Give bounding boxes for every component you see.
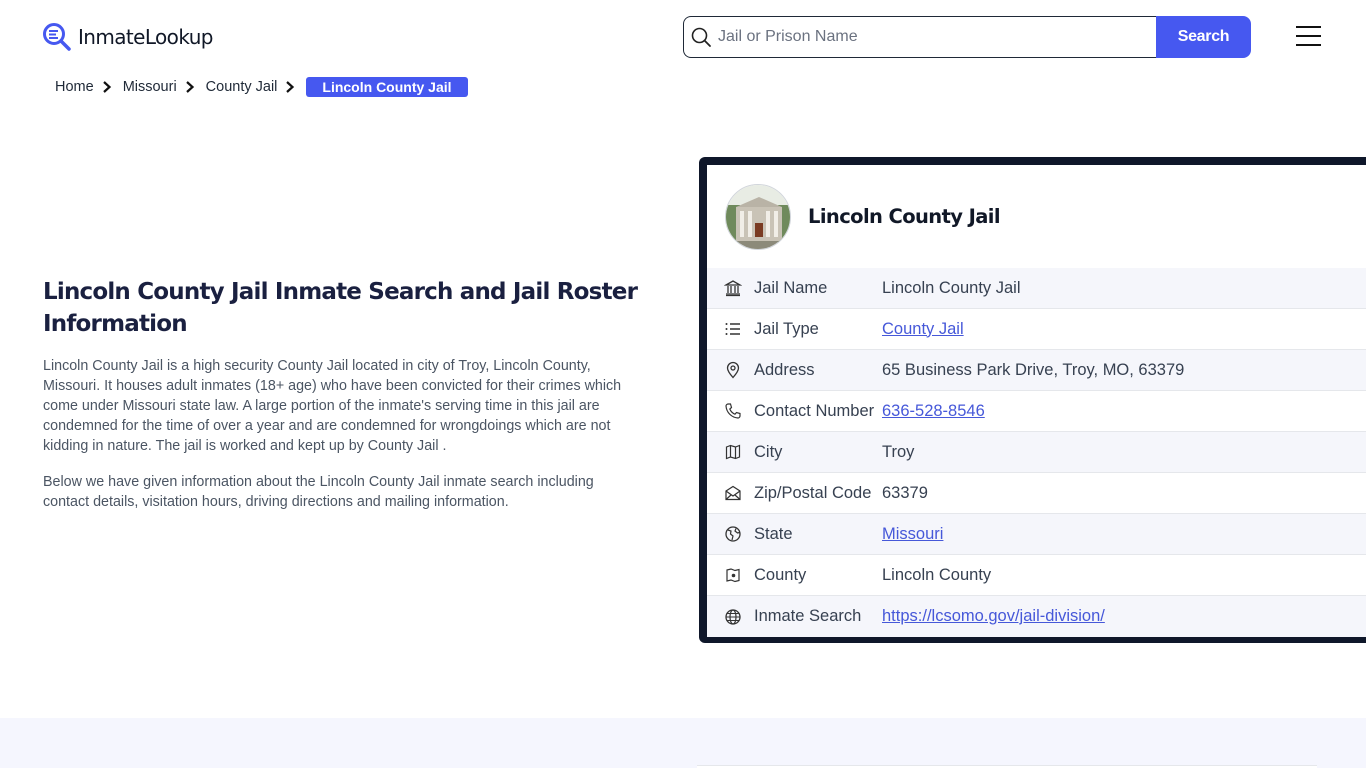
row-value: 65 Business Park Drive, Troy, MO, 63379 bbox=[882, 360, 1185, 379]
info-row-jail-name: Jail Name Lincoln County Jail bbox=[707, 268, 1366, 309]
site-logo[interactable]: InmateLookup bbox=[42, 22, 213, 52]
breadcrumb-current: Lincoln County Jail bbox=[306, 76, 468, 97]
row-value: Lincoln County Jail bbox=[882, 278, 1021, 297]
row-label: Address bbox=[754, 360, 815, 379]
hamburger-icon bbox=[1296, 26, 1324, 46]
row-label: Contact Number bbox=[754, 401, 875, 420]
site-header: InmateLookup Search bbox=[0, 0, 1366, 75]
info-row-contact: Contact Number 636-528-8546 bbox=[707, 391, 1366, 432]
intro-paragraph: Lincoln County Jail is a high security C… bbox=[43, 358, 622, 454]
breadcrumb-county-jail[interactable]: County Jail bbox=[206, 79, 278, 95]
list-icon bbox=[725, 323, 740, 335]
search-button[interactable]: Search bbox=[1156, 16, 1251, 58]
magnifier-logo-icon bbox=[43, 23, 71, 51]
breadcrumb-home[interactable]: Home bbox=[55, 79, 94, 95]
contact-number-link[interactable]: 636-528-8546 bbox=[882, 402, 985, 421]
row-label: State bbox=[754, 524, 793, 543]
jail-photo bbox=[725, 183, 791, 250]
logo-text: InmateLookup bbox=[78, 25, 213, 49]
state-link[interactable]: Missouri bbox=[882, 525, 943, 544]
next-section-band bbox=[0, 718, 1366, 768]
map-pin-icon bbox=[726, 361, 740, 379]
intro-section: Lincoln County Jail Inmate Search and Ja… bbox=[43, 276, 643, 512]
jail-type-link[interactable]: County Jail bbox=[882, 320, 964, 339]
phone-icon bbox=[725, 403, 741, 419]
breadcrumb-missouri[interactable]: Missouri bbox=[123, 79, 177, 95]
county-map-icon bbox=[726, 568, 740, 583]
page-title: Lincoln County Jail Inmate Search and Ja… bbox=[43, 279, 638, 337]
jail-info-card: Lincoln County Jail Jail Name Lincoln Co… bbox=[699, 157, 1366, 643]
intro-paragraph: Below we have given information about th… bbox=[43, 474, 594, 510]
row-label: Inmate Search bbox=[754, 607, 862, 625]
info-row-city: City Troy bbox=[707, 432, 1366, 473]
info-row-zip: Zip/Postal Code 63379 bbox=[707, 473, 1366, 514]
search-icon bbox=[691, 27, 711, 47]
courthouse-image bbox=[726, 184, 790, 249]
mail-open-icon bbox=[725, 485, 741, 501]
info-table: Jail Name Lincoln County Jail Jail Type … bbox=[707, 268, 1366, 637]
row-value: Lincoln County bbox=[882, 565, 992, 584]
row-label: Jail Type bbox=[754, 319, 819, 338]
row-label: Jail Name bbox=[754, 278, 828, 297]
globe-alt-icon bbox=[725, 526, 741, 542]
info-row-jail-type: Jail Type County Jail bbox=[707, 309, 1366, 350]
row-label: City bbox=[754, 442, 783, 461]
info-row-address: Address 65 Business Park Drive, Troy, MO… bbox=[707, 350, 1366, 391]
chevron-right-icon bbox=[185, 80, 194, 93]
menu-button[interactable] bbox=[1296, 26, 1324, 48]
bank-icon bbox=[724, 280, 742, 297]
row-label: County bbox=[754, 565, 807, 584]
card-header: Lincoln County Jail bbox=[707, 165, 1366, 268]
chevron-right-icon bbox=[102, 80, 111, 93]
search-input[interactable] bbox=[718, 28, 1138, 46]
row-value: 63379 bbox=[882, 483, 928, 502]
search-box bbox=[683, 16, 1156, 58]
row-value: Troy bbox=[882, 442, 915, 461]
row-label: Zip/Postal Code bbox=[754, 483, 872, 502]
info-row-state: State Missouri bbox=[707, 514, 1366, 555]
info-row-inmate-search: Inmate Search https://lcsomo.gov/jail-di… bbox=[707, 596, 1366, 637]
card-title: Lincoln County Jail bbox=[808, 205, 1001, 228]
map-icon bbox=[725, 444, 741, 460]
info-row-county: County Lincoln County bbox=[707, 555, 1366, 596]
chevron-right-icon bbox=[286, 80, 295, 93]
search-form: Search bbox=[683, 16, 1251, 58]
globe-icon bbox=[725, 608, 741, 625]
breadcrumb: Home Missouri County Jail Lincoln County… bbox=[55, 76, 468, 97]
inmate-search-link[interactable]: https://lcsomo.gov/jail-division/ bbox=[882, 607, 1105, 626]
